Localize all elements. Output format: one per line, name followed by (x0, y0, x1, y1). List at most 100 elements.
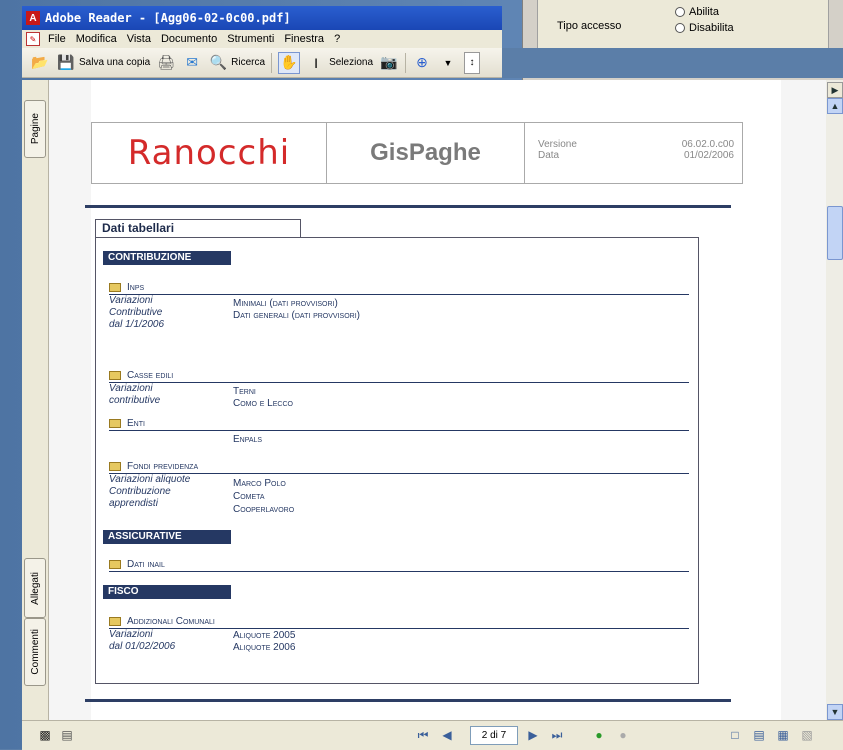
save-copy-button[interactable]: 💾 Salva una copia (56, 53, 150, 73)
menu-vista[interactable]: Vista (122, 33, 156, 45)
link-minimali[interactable]: Minimali (dati provvisori) (233, 298, 360, 310)
title-bar[interactable]: A Adobe Reader - [Agg06-02-0c00.pdf] (22, 6, 502, 30)
section-assicurative: ASSICURATIVE (103, 530, 231, 544)
meta-labels: Versione Data (538, 139, 577, 161)
folder-icon (109, 419, 121, 428)
pdf-page: Ranocchi GisPaghe Versione Data 06.02.0.… (85, 80, 781, 720)
email-icon[interactable]: ✉ (182, 53, 202, 73)
group-fondi-previdenza[interactable]: Fondi previdenza (109, 461, 198, 472)
single-page-icon[interactable]: □ (728, 728, 742, 742)
group-divider (109, 571, 689, 572)
group-enti[interactable]: Enti (109, 418, 145, 429)
group-inps[interactable]: Inps (109, 282, 144, 293)
menu-strumenti[interactable]: Strumenti (222, 33, 279, 45)
items-addizionali: Aliquote 2005 Aliquote 2006 (233, 630, 295, 654)
menu-file[interactable]: File (43, 33, 71, 45)
tab-pagine[interactable]: Pagine (24, 100, 46, 158)
document-viewport[interactable]: Ranocchi GisPaghe Versione Data 06.02.0.… (49, 80, 826, 720)
link-cooperlavoro[interactable]: Cooperlavoro (233, 503, 294, 516)
group-divider (109, 382, 689, 383)
open-folder-icon[interactable]: 📂 (30, 53, 50, 73)
zoom-in-icon[interactable]: ⊕ (412, 53, 432, 73)
binoculars-icon: 🔍 (209, 54, 227, 70)
page-thumb-icon[interactable]: ▤ (60, 728, 74, 742)
folder-icon (109, 462, 121, 471)
continuous-icon[interactable]: ▤ (752, 728, 766, 742)
document-header: Ranocchi GisPaghe Versione Data 06.02.0.… (91, 122, 743, 184)
navigation-pane: Pagine Allegati Commenti (22, 80, 49, 720)
snapshot-icon[interactable]: 📷 (379, 53, 399, 73)
go-forward-icon[interactable]: ● (616, 728, 630, 742)
toolbar-separator (405, 52, 406, 73)
footer-rule (85, 699, 731, 702)
adobe-reader-icon: A (26, 11, 40, 25)
tab-commenti[interactable]: Commenti (24, 618, 46, 686)
scroll-right-icon[interactable]: ▶ (827, 82, 843, 98)
pdf-doc-icon[interactable]: ✎ (26, 32, 40, 46)
hand-tool-icon[interactable]: ✋ (278, 51, 301, 74)
tab-allegati[interactable]: Allegati (24, 558, 46, 618)
note-casse: Variazioni contributive (109, 383, 161, 406)
group-divider (109, 628, 689, 629)
scroll-down-icon[interactable]: ▼ (827, 704, 843, 720)
folder-icon (109, 371, 121, 380)
group-divider (109, 473, 689, 474)
vertical-scrollbar[interactable]: ▶ ▲ ▼ (826, 80, 843, 720)
scroll-up-icon[interactable]: ▲ (827, 98, 843, 114)
next-page-icon[interactable]: ▶ (526, 728, 540, 742)
previous-page-icon[interactable]: ◀ (440, 728, 454, 742)
product-name: GisPaghe (327, 123, 525, 183)
adobe-reader-window: A Adobe Reader - [Agg06-02-0c00.pdf] ✎ F… (22, 0, 843, 750)
link-dati-generali[interactable]: Dati generali (dati provvisori) (233, 310, 360, 322)
link-aliquote-2005[interactable]: Aliquote 2005 (233, 630, 295, 642)
select-tool-button[interactable]: I Seleziona (306, 53, 373, 73)
note-inps: Variazioni Contributive dal 1/1/2006 (109, 295, 165, 330)
first-page-icon[interactable]: ⏮ (416, 728, 430, 742)
items-enti: Enpals (233, 434, 262, 446)
layers-icon[interactable]: ▩ (38, 728, 52, 742)
group-casse-edili[interactable]: Casse edili (109, 370, 173, 381)
scroll-thumb[interactable] (827, 206, 843, 260)
items-fondi: Marco Polo Cometa Cooperlavoro (233, 477, 294, 516)
go-back-icon[interactable]: ● (592, 728, 606, 742)
group-divider (109, 430, 689, 431)
page-number-field[interactable]: 2 di 7 (470, 726, 518, 745)
menu-bar: ✎ File Modifica Vista Documento Strument… (22, 30, 502, 48)
group-divider (109, 294, 689, 295)
status-bar: ▩ ▤ ⏮ ◀ 2 di 7 ▶ ⏭ ● ● □ ▤ ▦ ▧ (22, 720, 843, 750)
toolbar-overflow-area (502, 48, 843, 78)
menu-finestra[interactable]: Finestra (279, 33, 329, 45)
items-inps: Minimali (dati provvisori) Dati generali… (233, 298, 360, 322)
facing-icon[interactable]: ▦ (776, 728, 790, 742)
toolbar-separator (271, 52, 273, 73)
section-fisco: FISCO (103, 585, 231, 599)
link-como-lecco[interactable]: Como e Lecco (233, 398, 293, 410)
menu-documento[interactable]: Documento (156, 33, 222, 45)
menu-help[interactable]: ? (329, 33, 345, 45)
folder-icon (109, 560, 121, 569)
folder-icon (109, 617, 121, 626)
group-addizionali-comunali[interactable]: Addizionali Comunali (109, 616, 215, 627)
folder-icon (109, 283, 121, 292)
toolbar: 📂 💾 Salva una copia 🖨 ✉ 🔍 Ricerca ✋ I Se… (22, 48, 502, 78)
text-cursor-icon: I (314, 54, 319, 71)
group-dati-inail[interactable]: Dati inail (109, 559, 165, 570)
continuous-facing-icon[interactable]: ▧ (800, 728, 814, 742)
menu-modifica[interactable]: Modifica (71, 33, 122, 45)
section-contribuzione: CONTRIBUZIONE (103, 251, 231, 265)
link-enpals[interactable]: Enpals (233, 434, 262, 446)
link-aliquote-2006[interactable]: Aliquote 2006 (233, 642, 295, 654)
link-marco-polo[interactable]: Marco Polo (233, 477, 294, 490)
note-addizionali: Variazioni dal 01/02/2006 (109, 629, 176, 652)
frame-title: Dati tabellari (95, 219, 301, 237)
print-icon[interactable]: 🖨 (156, 53, 176, 73)
fit-height-icon[interactable]: ↕ (464, 51, 480, 74)
last-page-icon[interactable]: ⏭ (550, 728, 564, 742)
brand-logo: Ranocchi (92, 123, 327, 183)
items-casse: Terni Como e Lecco (233, 386, 293, 410)
link-terni[interactable]: Terni (233, 386, 293, 398)
link-cometa[interactable]: Cometa (233, 490, 294, 503)
search-button[interactable]: 🔍 Ricerca (208, 53, 265, 73)
save-icon: 💾 (57, 54, 75, 70)
chevron-down-icon[interactable]: ▼ (438, 53, 458, 73)
